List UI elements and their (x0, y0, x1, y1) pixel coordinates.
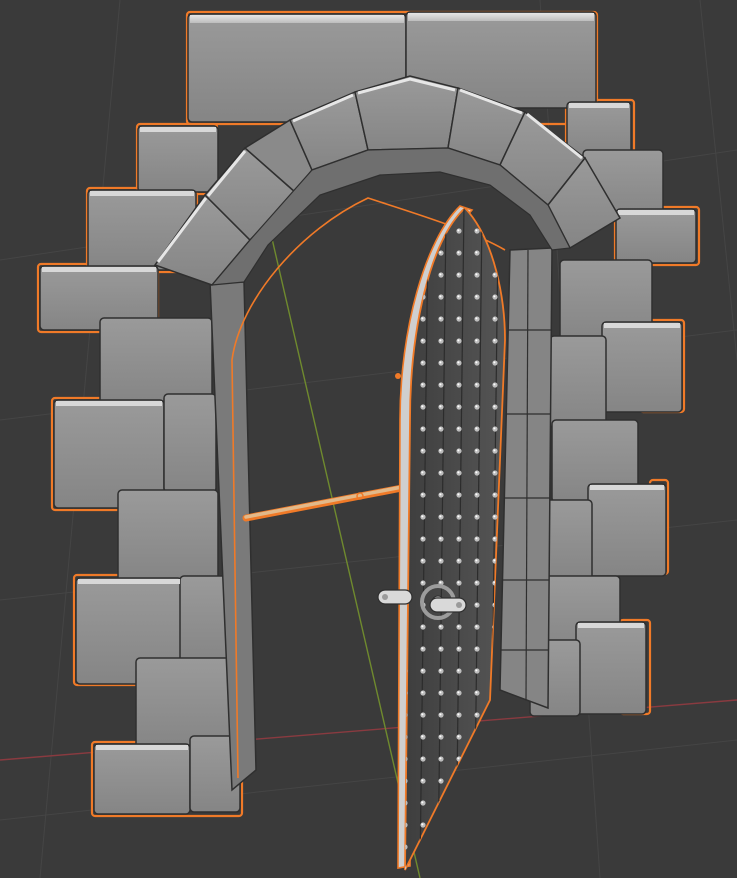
door-latch-right (429, 597, 467, 613)
door-latch-left (377, 589, 413, 605)
viewport-canvas[interactable] (0, 0, 737, 878)
archway-origin-dot (395, 373, 401, 379)
3d-viewport[interactable] (0, 0, 737, 878)
